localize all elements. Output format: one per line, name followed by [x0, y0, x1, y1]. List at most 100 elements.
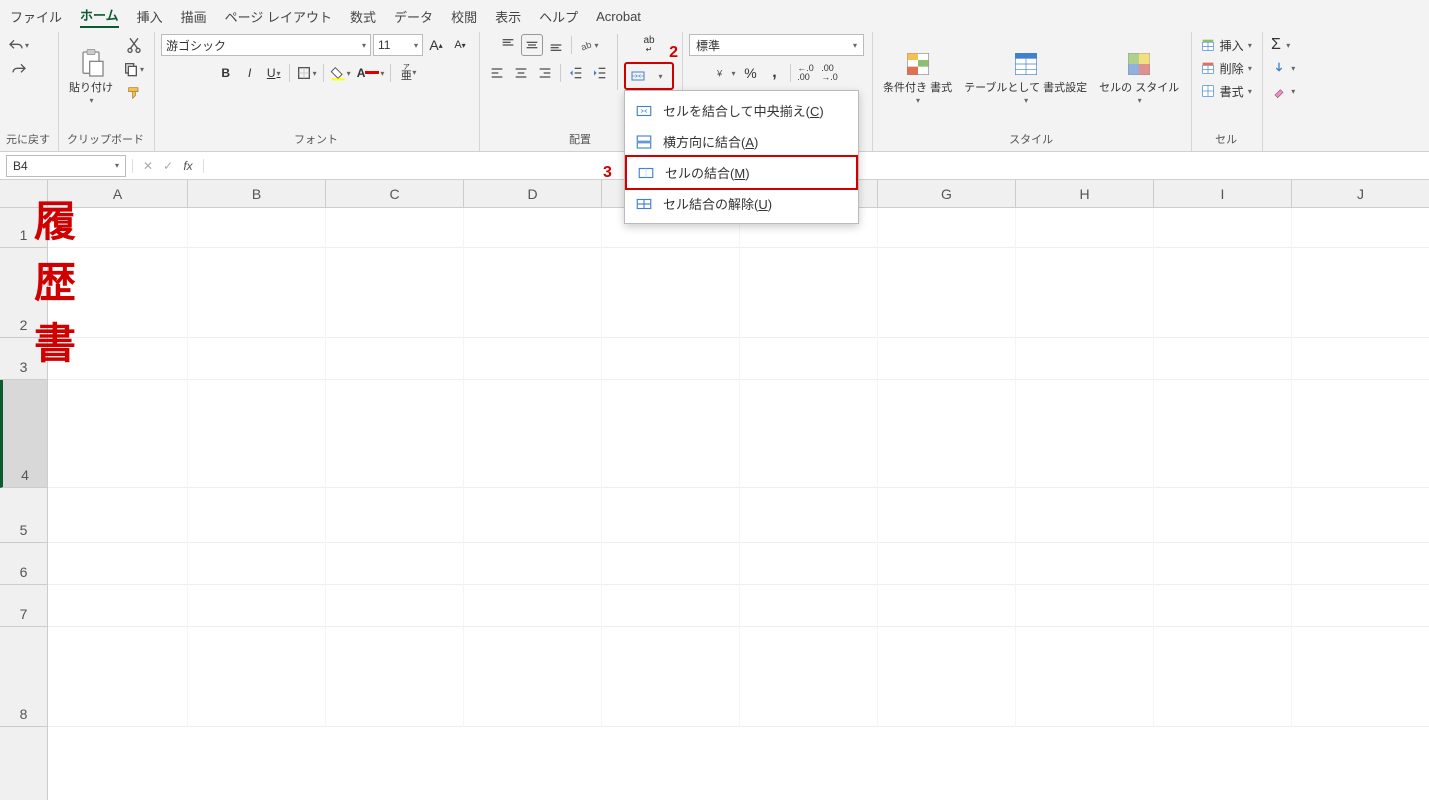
wrap-text-button[interactable]: ab↵ [638, 34, 660, 56]
cell-I3[interactable] [1154, 338, 1292, 380]
cell-J4[interactable] [1292, 380, 1429, 488]
cell-F4[interactable] [740, 380, 878, 488]
increase-indent-button[interactable] [589, 62, 611, 84]
cell-D6[interactable] [464, 543, 602, 585]
cell-J7[interactable] [1292, 585, 1429, 627]
row-header-4[interactable]: 4 [0, 380, 47, 488]
cell-C1[interactable] [326, 208, 464, 248]
format-cells-button[interactable]: 書式 ▾ [1198, 80, 1254, 102]
cell-C3[interactable] [326, 338, 464, 380]
bold-button[interactable]: B [215, 62, 237, 84]
cell-H8[interactable] [1016, 627, 1154, 727]
align-bottom-button[interactable] [545, 34, 567, 56]
cell-J3[interactable] [1292, 338, 1429, 380]
font-color-button[interactable]: A▾ [355, 62, 387, 84]
menu-review[interactable]: 校閲 [451, 7, 477, 26]
cell-F6[interactable] [740, 543, 878, 585]
cell-H6[interactable] [1016, 543, 1154, 585]
cell-F8[interactable] [740, 627, 878, 727]
cell-B3[interactable] [188, 338, 326, 380]
menu-data[interactable]: データ [394, 7, 433, 26]
cell-B7[interactable] [188, 585, 326, 627]
cell-C2[interactable] [326, 248, 464, 338]
borders-button[interactable]: ▾ [294, 62, 319, 84]
autosum-button[interactable]: Σ ▾ [1269, 34, 1292, 56]
increase-decimal-button[interactable]: ←.0.00 [795, 62, 817, 84]
format-as-table-button[interactable]: テーブルとして 書式設定▾ [960, 34, 1091, 119]
unmerge-cells-item[interactable]: セル結合の解除(U) [625, 188, 858, 219]
increase-font-button[interactable]: A▴ [425, 34, 447, 56]
row-header-6[interactable]: 6 [0, 543, 47, 585]
menu-insert[interactable]: 挿入 [137, 7, 163, 26]
clear-button[interactable]: ▾ [1269, 80, 1297, 102]
phonetic-guide-button[interactable]: ア亜▾ [395, 62, 417, 84]
delete-cells-button[interactable]: 削除 ▾ [1198, 57, 1254, 79]
select-all-corner[interactable] [0, 180, 48, 208]
comma-button[interactable]: , [764, 62, 786, 84]
decrease-decimal-button[interactable]: .00→.0 [819, 62, 841, 84]
redo-button[interactable] [8, 58, 30, 80]
menu-page-layout[interactable]: ページ レイアウト [225, 7, 332, 26]
cell-B1[interactable] [188, 208, 326, 248]
align-top-button[interactable] [497, 34, 519, 56]
row-header-3[interactable]: 3 [0, 338, 47, 380]
cell-B2[interactable] [188, 248, 326, 338]
cell-A5[interactable] [48, 488, 188, 543]
menu-formulas[interactable]: 数式 [350, 7, 376, 26]
cell-F7[interactable] [740, 585, 878, 627]
insert-cells-button[interactable]: 挿入 ▾ [1198, 34, 1254, 56]
cell-F2[interactable] [740, 248, 878, 338]
row-header-7[interactable]: 7 [0, 585, 47, 627]
cell-D1[interactable] [464, 208, 602, 248]
fx-icon[interactable]: fx [179, 159, 197, 173]
cell-E7[interactable] [602, 585, 740, 627]
decrease-font-button[interactable]: A▾ [449, 34, 471, 56]
align-middle-button[interactable] [521, 34, 543, 56]
cell-G4[interactable] [878, 380, 1016, 488]
fill-color-button[interactable]: ▾ [328, 62, 353, 84]
orientation-button[interactable]: ab▾ [576, 34, 601, 56]
row-header-2[interactable]: 2 [0, 248, 47, 338]
underline-button[interactable]: U▾ [263, 62, 285, 84]
menu-home[interactable]: ホーム [80, 5, 119, 28]
cell-E8[interactable] [602, 627, 740, 727]
font-size-combo[interactable]: 11▾ [373, 34, 423, 56]
cell-E6[interactable] [602, 543, 740, 585]
row-header-1[interactable]: 1 [0, 208, 47, 248]
cell-A7[interactable] [48, 585, 188, 627]
menu-acrobat[interactable]: Acrobat [596, 9, 641, 24]
cell-C4[interactable] [326, 380, 464, 488]
cell-A2[interactable] [48, 248, 188, 338]
cell-C8[interactable] [326, 627, 464, 727]
menu-help[interactable]: ヘルプ [539, 7, 578, 26]
cell-I8[interactable] [1154, 627, 1292, 727]
cell-F3[interactable] [740, 338, 878, 380]
cell-H5[interactable] [1016, 488, 1154, 543]
cell-I2[interactable] [1154, 248, 1292, 338]
format-painter-button[interactable] [123, 82, 145, 104]
row-header-8[interactable]: 8 [0, 627, 47, 727]
cell-J5[interactable] [1292, 488, 1429, 543]
cell-J6[interactable] [1292, 543, 1429, 585]
cell-styles-button[interactable]: セルの スタイル▾ [1095, 34, 1183, 119]
enter-formula-icon[interactable]: ✓ [159, 159, 177, 173]
cell-I7[interactable] [1154, 585, 1292, 627]
number-format-combo[interactable]: 標準▾ [689, 34, 864, 56]
merge-cells-dropdown[interactable]: ▾ [649, 65, 671, 87]
cell-G7[interactable] [878, 585, 1016, 627]
cell-F5[interactable] [740, 488, 878, 543]
cell-C6[interactable] [326, 543, 464, 585]
column-header-C[interactable]: C [326, 180, 464, 207]
cell-D2[interactable] [464, 248, 602, 338]
italic-button[interactable]: I [239, 62, 261, 84]
row-header-5[interactable]: 5 [0, 488, 47, 543]
cell-C7[interactable] [326, 585, 464, 627]
cell-G3[interactable] [878, 338, 1016, 380]
cell-E3[interactable] [602, 338, 740, 380]
cell-A6[interactable] [48, 543, 188, 585]
cell-B5[interactable] [188, 488, 326, 543]
align-center-button[interactable] [510, 62, 532, 84]
merge-center-item[interactable]: セルを結合して中央揃え(C) [625, 95, 858, 126]
column-header-H[interactable]: H [1016, 180, 1154, 207]
cell-G8[interactable] [878, 627, 1016, 727]
